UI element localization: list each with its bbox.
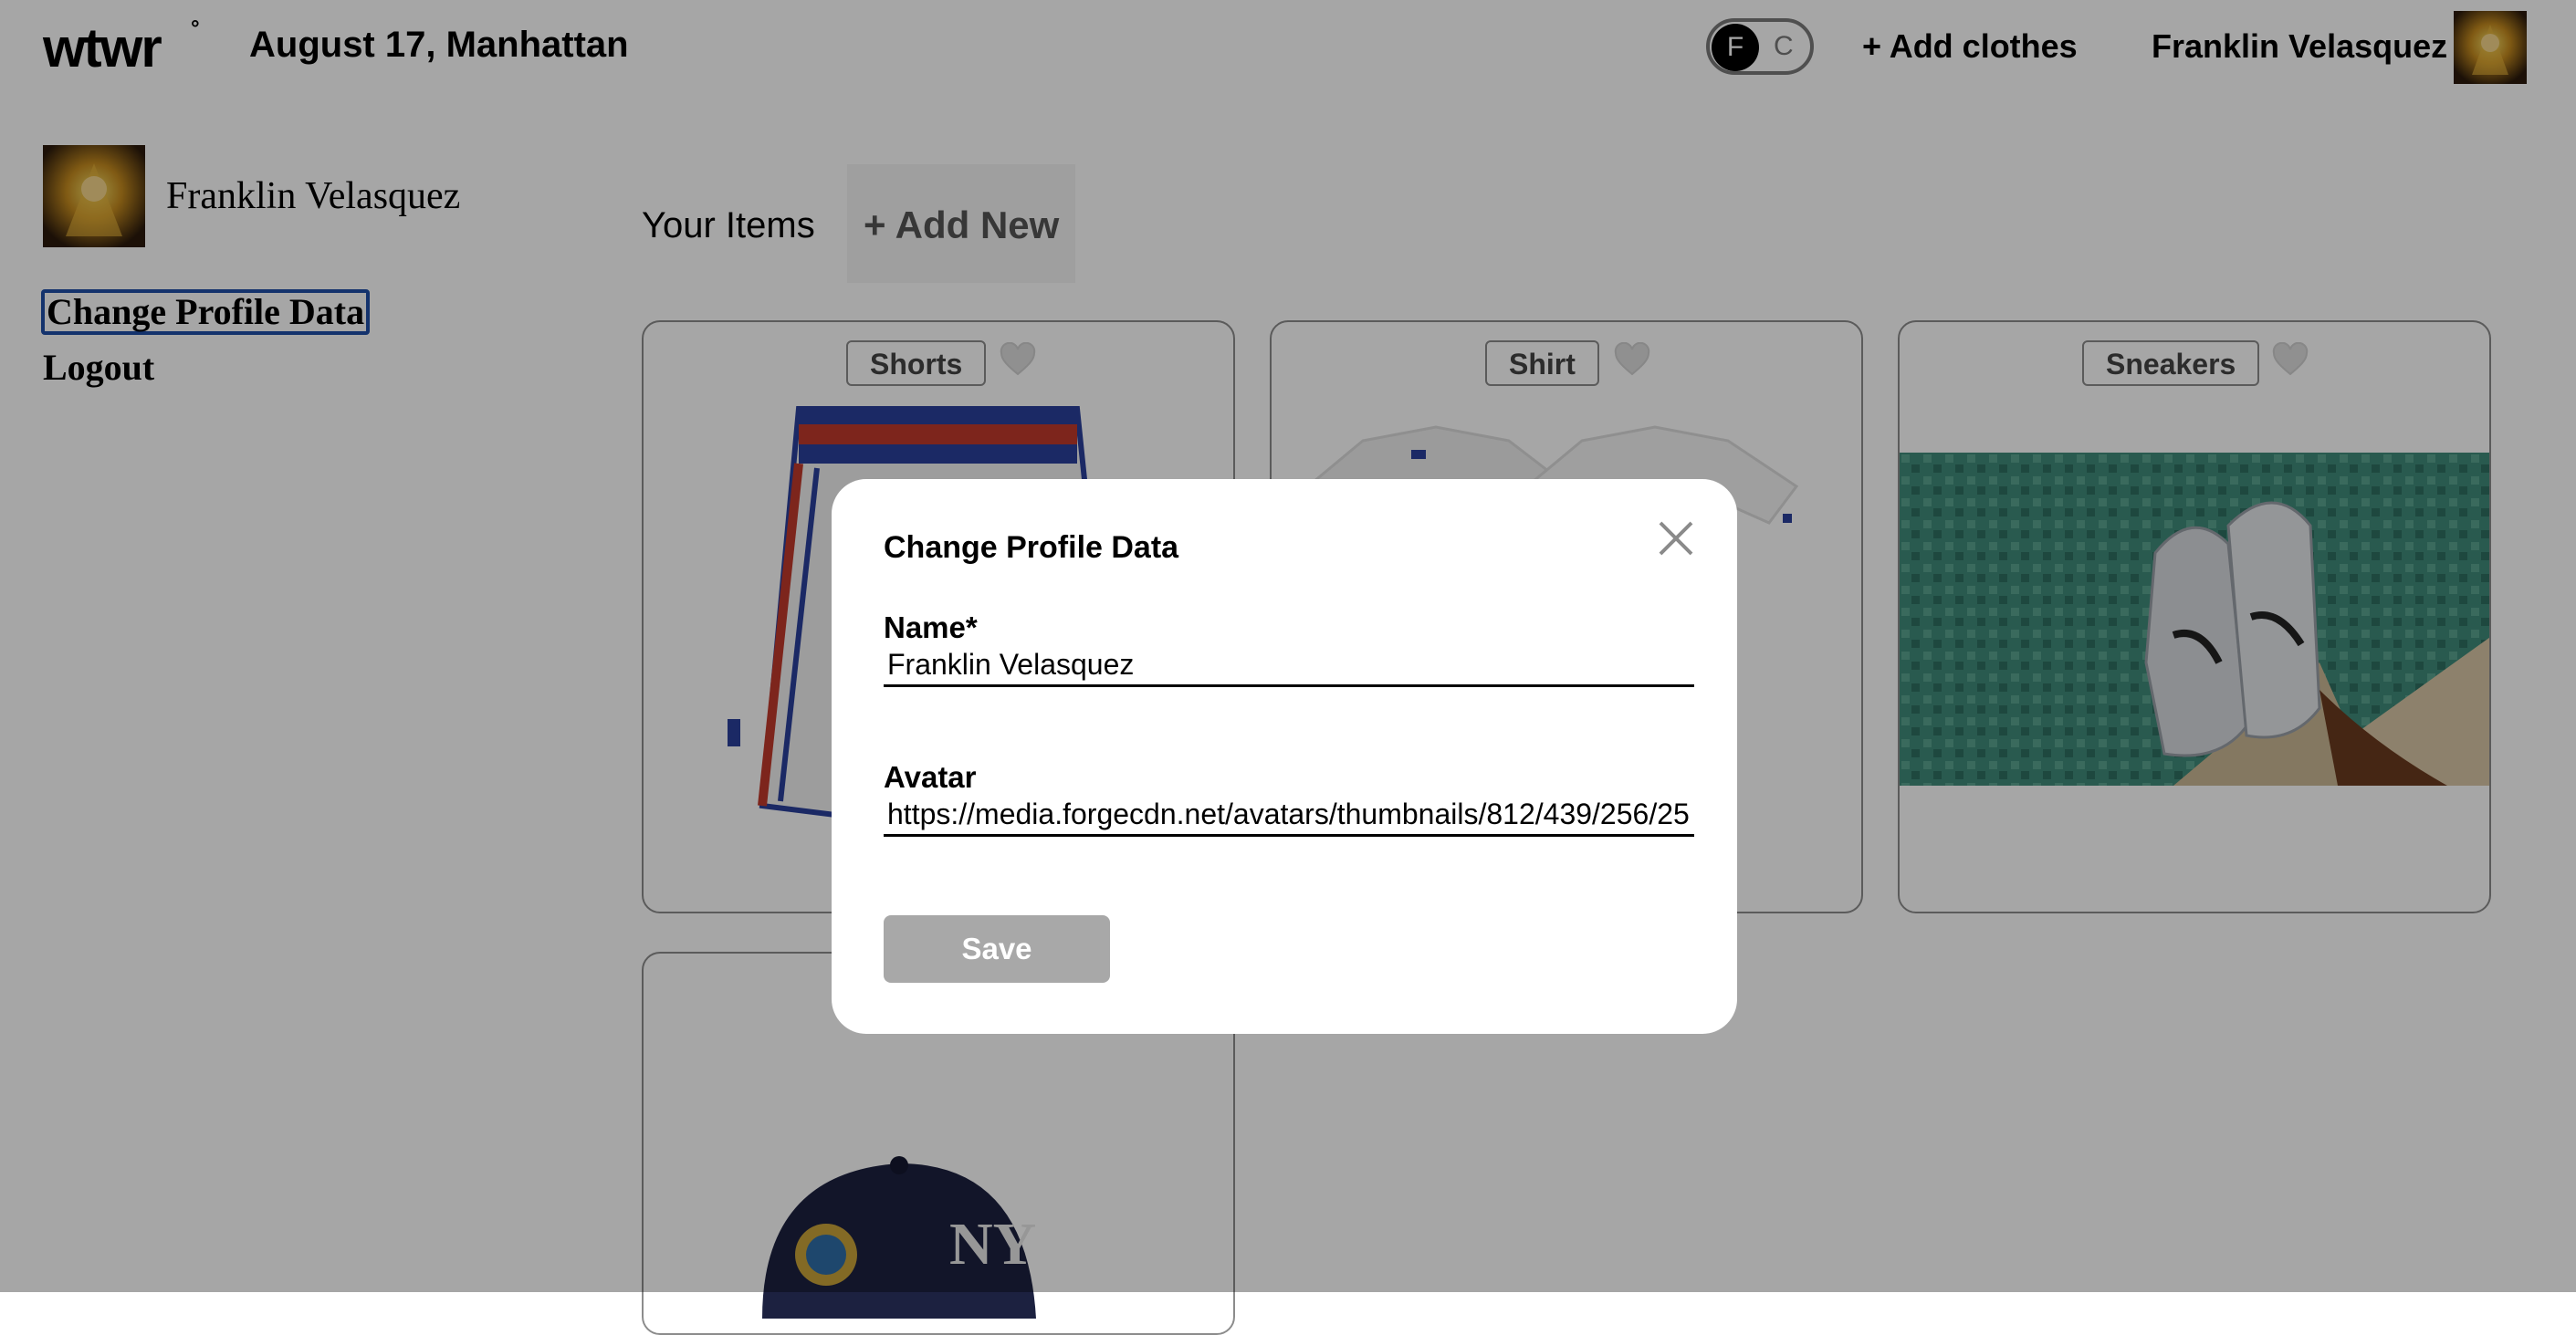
avatar-url-field[interactable] <box>884 795 1694 837</box>
close-icon[interactable] <box>1653 516 1699 561</box>
avatar-label: Avatar <box>884 760 977 794</box>
name-label: Name* <box>884 610 978 644</box>
save-button[interactable]: Save <box>884 915 1110 983</box>
change-profile-modal: Change Profile Data Name* Avatar Save <box>832 479 1737 1034</box>
name-field[interactable] <box>884 645 1694 687</box>
page: wtwr ° August 17, Manhattan F C + Add cl… <box>0 0 2576 1335</box>
modal-title: Change Profile Data <box>884 530 1179 565</box>
